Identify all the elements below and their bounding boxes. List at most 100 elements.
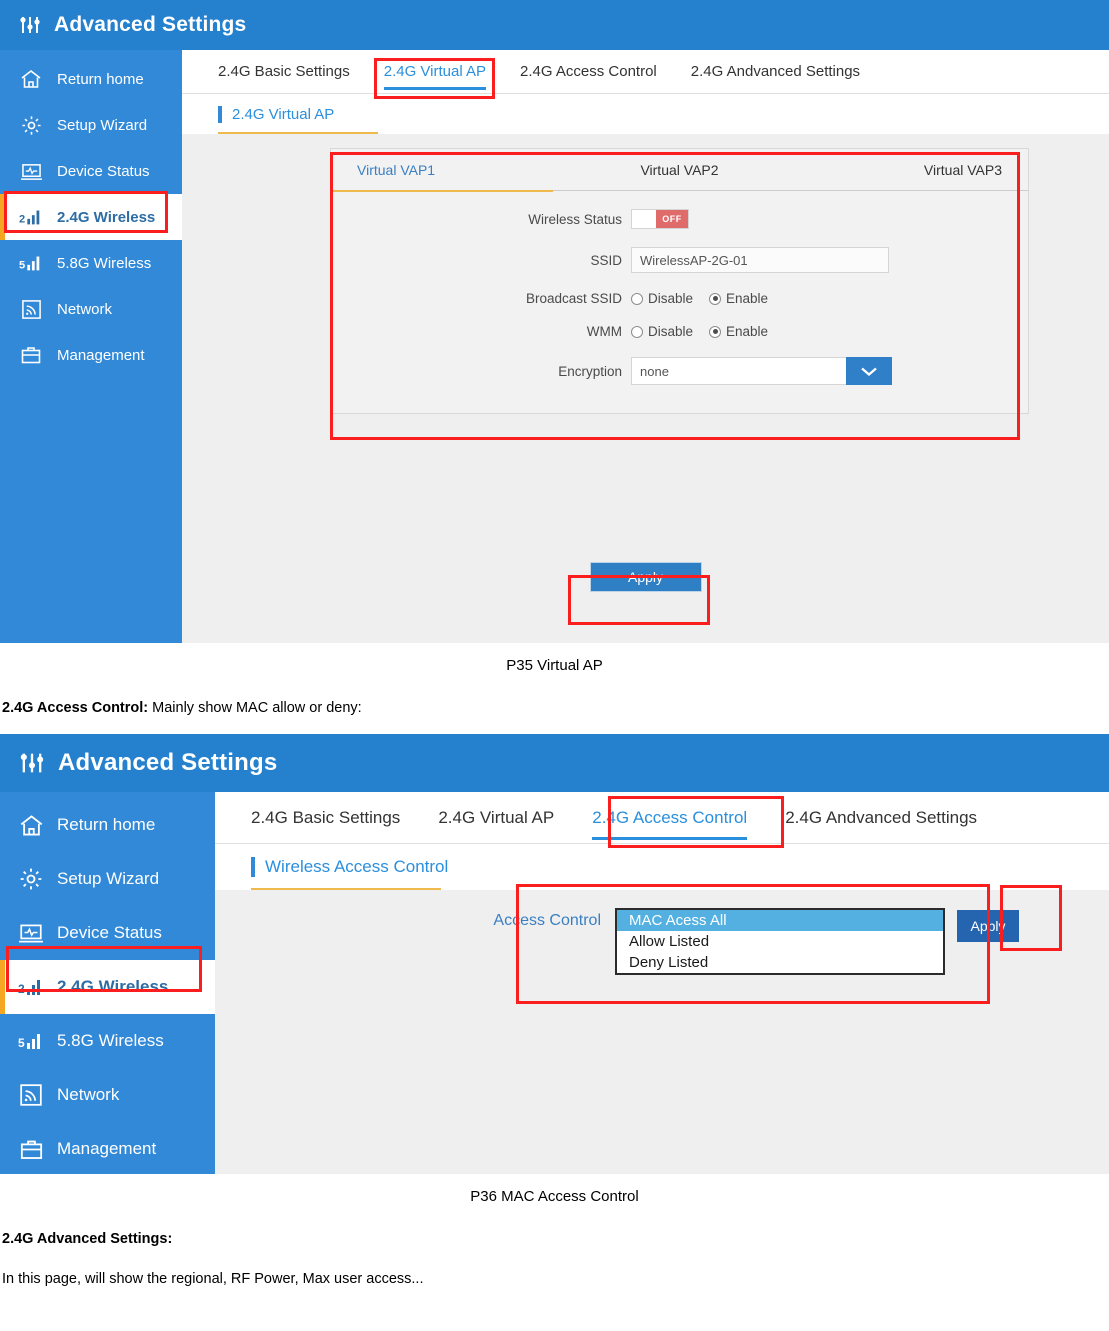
- app-title: Advanced Settings: [54, 13, 247, 36]
- access-control-listbox[interactable]: MAC Acess All Allow Listed Deny Listed: [615, 908, 945, 975]
- sidebar-item-24g-wireless[interactable]: 2 2.4G Wireless: [0, 960, 215, 1014]
- wmm-label: WMM: [586, 324, 622, 339]
- app-header: Advanced Settings: [0, 734, 1109, 792]
- sidebar-item-label: Return home: [57, 815, 156, 834]
- sidebar-item-device-status[interactable]: Device Status: [0, 148, 182, 194]
- radio-icon: [709, 292, 722, 305]
- radio-icon: [631, 325, 643, 338]
- sidebar-item-label: Device Status: [57, 162, 150, 180]
- access-control-option-allow-listed[interactable]: Allow Listed: [617, 931, 943, 952]
- field-ssid: SSID WirelessAP-2G-01: [331, 247, 1028, 273]
- wmm-disable-option[interactable]: Disable: [631, 324, 693, 339]
- section-accent-bar: [218, 105, 222, 123]
- content-area: 2.4G Basic Settings 2.4G Virtual AP 2.4G…: [182, 50, 1109, 643]
- tabbar: 2.4G Basic Settings 2.4G Virtual AP 2.4G…: [215, 792, 1109, 844]
- apply-button[interactable]: Apply: [957, 910, 1019, 942]
- tab-24g-virtual-ap[interactable]: 2.4G Virtual AP: [438, 792, 554, 844]
- svg-text:2: 2: [18, 982, 25, 996]
- tabbar: 2.4G Basic Settings 2.4G Virtual AP 2.4G…: [182, 50, 1109, 94]
- field-broadcast-ssid: Broadcast SSID Disable Enable: [331, 291, 1028, 306]
- sidebar-item-network[interactable]: Network: [0, 1068, 215, 1122]
- sidebar-item-58g-wireless[interactable]: 5 5.8G Wireless: [0, 240, 182, 286]
- wmm-enable-option[interactable]: Enable: [709, 324, 768, 339]
- briefcase-icon: [18, 344, 44, 366]
- tab-24g-access-control[interactable]: 2.4G Access Control: [592, 792, 747, 844]
- signal-5g-icon: 5: [18, 252, 44, 274]
- rss-icon: [18, 1084, 44, 1106]
- toggle-state-label: OFF: [656, 210, 688, 228]
- chevron-down-icon[interactable]: [846, 357, 892, 385]
- encryption-select[interactable]: none: [631, 357, 892, 385]
- content-area: 2.4G Basic Settings 2.4G Virtual AP 2.4G…: [215, 792, 1109, 1174]
- access-control-option-mac-access-all[interactable]: MAC Acess All: [617, 910, 943, 931]
- broadcast-ssid-enable-option[interactable]: Enable: [709, 291, 768, 306]
- sidebar-item-return-home[interactable]: Return home: [0, 798, 215, 852]
- sidebar-item-label: 5.8G Wireless: [57, 254, 152, 272]
- option-label: Enable: [726, 291, 769, 306]
- caption-p35: P35 Virtual AP: [506, 657, 603, 674]
- wireless-status-toggle[interactable]: OFF: [631, 209, 689, 229]
- vap-tab-1[interactable]: Virtual VAP1: [329, 149, 554, 192]
- encryption-label: Encryption: [558, 363, 622, 379]
- sidebar-item-device-status[interactable]: Device Status: [0, 906, 215, 960]
- tab-24g-access-control[interactable]: 2.4G Access Control: [520, 50, 657, 94]
- tab-24g-basic-settings[interactable]: 2.4G Basic Settings: [251, 792, 400, 844]
- sidebar-item-label: Network: [57, 300, 113, 318]
- doc-access-control-bold: 2.4G Access Control:: [2, 700, 149, 716]
- sidebar-item-58g-wireless[interactable]: 5 5.8G Wireless: [0, 1014, 215, 1068]
- ssid-input[interactable]: WirelessAP-2G-01: [631, 247, 889, 273]
- sidebar-item-network[interactable]: Network: [0, 286, 182, 332]
- sidebar: Return home Setup Wizard Device Status 2…: [0, 792, 215, 1174]
- sidebar-item-label: Return home: [57, 70, 144, 88]
- broadcast-ssid-label: Broadcast SSID: [525, 291, 622, 306]
- gear-icon: [18, 114, 44, 136]
- section-accent-bar: [251, 857, 255, 877]
- apply-button[interactable]: Apply: [589, 562, 702, 592]
- sidebar-item-label: Management: [57, 1139, 157, 1158]
- sidebar: Return home Setup Wizard Device Status 2…: [0, 50, 182, 643]
- sidebar-item-24g-wireless[interactable]: 2 2.4G Wireless: [0, 194, 182, 240]
- home-icon: [18, 68, 44, 90]
- vap-tabs: Virtual VAP1 Virtual VAP2 Virtual VAP3: [329, 149, 1028, 192]
- sidebar-item-label: Network: [57, 1085, 120, 1104]
- tab-24g-advanced-settings[interactable]: 2.4G Andvanced Settings: [691, 50, 860, 94]
- virtual-ap-panel: Advanced Settings Return home Setup Wiza…: [0, 0, 1109, 643]
- tab-24g-advanced-settings[interactable]: 2.4G Andvanced Settings: [785, 792, 977, 844]
- section-title: Wireless Access Control: [265, 857, 449, 876]
- sidebar-item-setup-wizard[interactable]: Setup Wizard: [0, 102, 182, 148]
- field-encryption: Encryption none: [331, 357, 1028, 385]
- tab-24g-virtual-ap[interactable]: 2.4G Virtual AP: [383, 50, 487, 94]
- briefcase-icon: [18, 1138, 44, 1160]
- option-label: Disable: [648, 291, 694, 306]
- doc-access-control-rest: Mainly show MAC allow or deny:: [148, 700, 362, 716]
- vap-tab-2[interactable]: Virtual VAP2: [554, 149, 805, 191]
- signal-2g-icon: 2: [18, 206, 44, 228]
- sidebar-item-management[interactable]: Management: [0, 1122, 215, 1174]
- svg-text:5: 5: [18, 1036, 25, 1050]
- rss-icon: [18, 298, 44, 320]
- vap-card: Virtual VAP1 Virtual VAP2 Virtual VAP3 W…: [329, 148, 1029, 414]
- sidebar-item-label: Setup Wizard: [57, 869, 160, 888]
- app-header: Advanced Settings: [0, 0, 1109, 50]
- vap-form: Wireless Status OFF SSID WirelessAP-2G-0…: [331, 191, 1028, 413]
- encryption-select-value: none: [631, 357, 846, 385]
- section-title: 2.4G Virtual AP: [232, 105, 335, 123]
- tab-24g-basic-settings[interactable]: 2.4G Basic Settings: [218, 50, 350, 94]
- radio-icon: [631, 292, 643, 305]
- home-icon: [18, 814, 44, 836]
- access-control-option-deny-listed[interactable]: Deny Listed: [617, 952, 943, 973]
- sidebar-item-label: Device Status: [57, 923, 162, 942]
- access-control-label: Access Control: [493, 912, 601, 929]
- signal-5g-icon: 5: [18, 1030, 44, 1052]
- sidebar-item-label: 5.8G Wireless: [57, 1031, 164, 1050]
- sidebar-item-management[interactable]: Management: [0, 332, 182, 378]
- sidebar-item-return-home[interactable]: Return home: [0, 56, 182, 102]
- sidebar-item-setup-wizard[interactable]: Setup Wizard: [0, 852, 215, 906]
- caption-p36: P36 MAC Access Control: [470, 1188, 639, 1205]
- broadcast-ssid-disable-option[interactable]: Disable: [631, 291, 693, 306]
- vap-tab-3[interactable]: Virtual VAP3: [805, 149, 1028, 191]
- doc-access-control-line: 2.4G Access Control: Mainly show MAC all…: [0, 674, 1109, 716]
- apply-row: Apply: [182, 562, 1109, 592]
- section-header: Wireless Access Control: [215, 844, 1109, 890]
- wireless-status-label: Wireless Status: [528, 211, 622, 227]
